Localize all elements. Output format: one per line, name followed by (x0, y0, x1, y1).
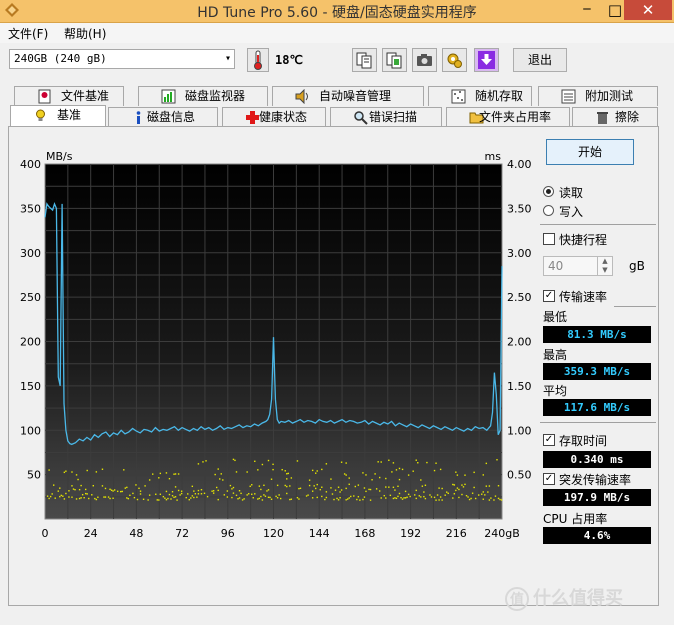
lightbulb-icon (36, 109, 45, 121)
copy-info-icon (386, 52, 402, 69)
tab-disk-info[interactable]: 磁盘信息 (108, 107, 218, 127)
drive-select[interactable]: 240GB (240 gB) ▾ (9, 49, 235, 69)
extra-tests-icon (561, 89, 576, 104)
access-time-checkbox[interactable]: ✓ (543, 434, 555, 446)
max-value: 359.3 MB/s (543, 363, 651, 380)
options-button[interactable] (442, 48, 467, 72)
burst-rate-value: 197.9 MB/s (543, 489, 651, 506)
read-radio[interactable] (543, 186, 554, 197)
thermometer-icon (247, 48, 269, 72)
divider (540, 224, 656, 225)
close-button[interactable]: ✕ (624, 0, 672, 20)
tab-noise-management[interactable]: 自动噪音管理 (272, 86, 424, 106)
screenshot-button[interactable] (412, 48, 437, 72)
burst-rate-checkbox[interactable]: ✓ (543, 473, 555, 485)
write-radio[interactable] (543, 205, 554, 216)
title-bar: HD Tune Pro 5.60 - 硬盘/固态硬盘实用程序 ‒ □ ✕ (0, 0, 674, 23)
maximize-button[interactable]: □ (606, 2, 624, 18)
info-icon (136, 111, 141, 124)
read-label: 读取 (559, 186, 584, 200)
temperature-readout: 18℃ (275, 53, 303, 67)
watermark-text: 什么值得买 (533, 588, 623, 609)
minimize-button[interactable]: ‒ (580, 2, 594, 18)
drive-select-value: 240GB (240 gB) (14, 52, 107, 65)
tab-disk-monitor[interactable]: 磁盘监视器 (138, 86, 268, 106)
window-title: HD Tune Pro 5.60 - 硬盘/固态硬盘实用程序 (197, 5, 477, 21)
watermark-logo-icon: 值 (505, 587, 529, 611)
tab-error-scan[interactable]: 错误扫描 (330, 107, 442, 127)
short-stroke-value: 40 (548, 259, 564, 273)
avg-value: 117.6 MB/s (543, 399, 651, 416)
access-time-label: 存取时间 (559, 434, 608, 448)
camera-icon (417, 54, 432, 66)
transfer-rate-checkbox[interactable]: ✓ (543, 290, 555, 302)
tab-health[interactable]: 健康状态 (222, 107, 326, 127)
start-button[interactable]: 开始 (546, 139, 634, 165)
speaker-icon (295, 89, 308, 104)
cpu-usage-value: 4.6% (543, 527, 651, 544)
spinner-arrows-icon[interactable]: ▲ ▼ (597, 257, 612, 275)
disk-monitor-icon (161, 89, 176, 104)
tab-extra-tests[interactable]: 附加测试 (538, 86, 658, 106)
menu-bar: 文件(F) 帮助(H) (0, 23, 674, 43)
avg-label: 平均 (543, 384, 568, 398)
write-label: 写入 (559, 205, 584, 219)
cpu-usage-label: CPU 占用率 (543, 512, 608, 526)
random-access-icon (451, 89, 466, 104)
tab-benchmark[interactable]: 基准 (10, 105, 106, 128)
transfer-rate-label: 传输速率 (559, 290, 608, 304)
tab-random-access[interactable]: 随机存取 (428, 86, 532, 106)
watermark: 值什么值得买 (505, 584, 623, 611)
exit-button[interactable]: 退出 (513, 48, 567, 72)
copy-text-button[interactable] (352, 48, 377, 72)
menu-file[interactable]: 文件(F) (8, 25, 48, 42)
gb-unit-label: gB (629, 259, 645, 273)
short-stroke-spinner[interactable]: 40 ▲ ▼ (543, 256, 613, 276)
tab-file-benchmark[interactable]: 文件基准 (14, 86, 124, 106)
magnifier-icon (354, 111, 368, 125)
red-cross-icon (246, 111, 259, 124)
copy-icon (356, 52, 372, 69)
download-arrow-icon (478, 51, 495, 69)
access-time-value: 0.340 ms (543, 451, 651, 468)
copy-info-button[interactable] (382, 48, 407, 72)
short-stroke-checkbox[interactable] (543, 233, 555, 245)
file-benchmark-icon (38, 89, 51, 104)
gear-icon (447, 53, 462, 68)
max-label: 最高 (543, 348, 568, 362)
save-button[interactable] (474, 48, 499, 72)
burst-rate-label: 突发传输速率 (559, 473, 632, 487)
divider (540, 422, 656, 423)
trash-icon (597, 112, 608, 124)
short-stroke-label: 快捷行程 (559, 233, 608, 247)
tab-erase[interactable]: 擦除 (572, 107, 658, 127)
menu-help[interactable]: 帮助(H) (64, 25, 106, 42)
min-value: 81.3 MB/s (543, 326, 651, 343)
chevron-down-icon: ▾ (224, 53, 231, 64)
divider (614, 306, 656, 307)
tab-folder-usage[interactable]: 文件夹占用率 (446, 107, 570, 127)
min-label: 最低 (543, 310, 568, 324)
